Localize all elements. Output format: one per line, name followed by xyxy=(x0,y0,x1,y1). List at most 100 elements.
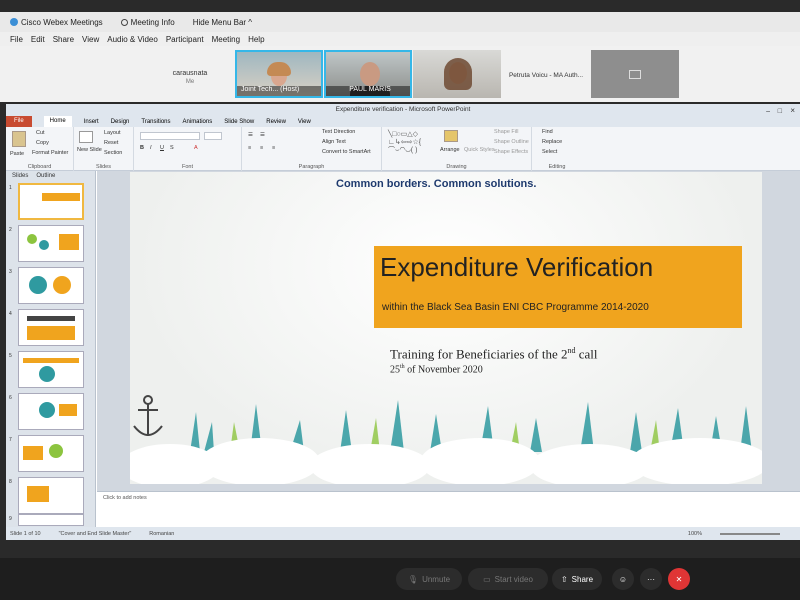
leave-meeting-button[interactable]: ✕ xyxy=(668,568,690,590)
tab-design[interactable]: Design xyxy=(111,119,130,125)
menu-meeting[interactable]: Meeting xyxy=(212,35,240,44)
underline-icon[interactable]: U xyxy=(160,145,164,151)
status-theme: "Cover and End Slide Master" xyxy=(58,530,132,537)
numbering-icon[interactable]: ☰ xyxy=(260,132,265,138)
slides-panel-tabs: Slides Outline xyxy=(6,171,95,181)
thumb-shape xyxy=(23,446,43,460)
participant-name: Petruta Voicu - MA Auth... xyxy=(508,72,584,79)
participant-tile-me[interactable]: carausnata Me xyxy=(146,50,234,98)
tab-slide-show[interactable]: Slide Show xyxy=(224,119,254,125)
tab-home[interactable]: Home xyxy=(43,116,72,127)
format-painter-button[interactable]: Format Painter xyxy=(32,150,68,156)
slide-thumbnail-3[interactable] xyxy=(18,267,84,304)
layout-button[interactable]: Layout xyxy=(104,130,121,136)
window-minimize-icon[interactable]: – xyxy=(766,106,770,118)
arrange-icon xyxy=(444,130,458,142)
slide-canvas[interactable]: Common borders. Common solutions. Expend… xyxy=(130,172,762,484)
tab-view[interactable]: View xyxy=(298,119,311,125)
menu-audio-video[interactable]: Audio & Video xyxy=(107,35,158,44)
shape-effects-button[interactable]: Shape Effects xyxy=(494,149,528,155)
slide-seaweed-clouds-art xyxy=(130,395,762,484)
slide-thumbnail-4[interactable] xyxy=(18,309,84,346)
font-color-icon[interactable]: A xyxy=(194,145,198,151)
anchor-icon xyxy=(133,395,163,436)
thumb-number: 4 xyxy=(9,311,12,317)
cut-button[interactable]: Cut xyxy=(36,130,45,136)
tab-slides[interactable]: Slides xyxy=(12,171,28,181)
window-close-icon[interactable]: × xyxy=(790,105,795,117)
slide-thumbnail-2[interactable] xyxy=(18,225,84,262)
slide-thumbnail-6[interactable] xyxy=(18,393,84,430)
more-icon: ··· xyxy=(647,574,655,584)
microphone-icon: 🎙 xyxy=(407,574,419,584)
copy-button[interactable]: Copy xyxy=(36,140,49,146)
paste-button[interactable]: Paste xyxy=(10,151,24,157)
find-button[interactable]: Find xyxy=(542,129,553,135)
start-video-button[interactable]: ▭ Start video xyxy=(468,568,548,590)
share-button[interactable]: ⇧ Share xyxy=(552,568,602,590)
participant-video-hair xyxy=(267,62,291,76)
tab-outline[interactable]: Outline xyxy=(36,171,55,181)
align-left-icon[interactable]: ≡ xyxy=(248,145,251,151)
meeting-controls: 🎙 Unmute ▭ Start video ⇧ Share ☺ ··· ✕ xyxy=(0,558,800,600)
status-zoom[interactable]: 100% xyxy=(688,531,702,537)
menu-view[interactable]: View xyxy=(82,35,99,44)
window-maximize-icon[interactable]: □ xyxy=(778,106,782,118)
menu-share[interactable]: Share xyxy=(53,35,74,44)
slide-thumbnail-1[interactable] xyxy=(18,183,84,220)
align-text-button[interactable]: Align Text xyxy=(322,139,346,145)
font-size-select[interactable] xyxy=(204,132,222,140)
shapes-gallery[interactable]: ╲□○▭△◇ ∟↳⇦⇨☆{⌒⌣◠◡( ) xyxy=(388,131,436,155)
reactions-button[interactable]: ☺ xyxy=(612,568,634,590)
menu-edit[interactable]: Edit xyxy=(31,35,45,44)
participant-tile-camera-off[interactable] xyxy=(591,50,679,98)
slide-thumbnail-5[interactable] xyxy=(18,351,84,388)
slide-thumbnail-8[interactable] xyxy=(18,477,84,514)
menu-participant[interactable]: Participant xyxy=(166,35,204,44)
notes-pane[interactable]: Click to add notes xyxy=(97,491,800,527)
shadow-icon[interactable]: S xyxy=(170,145,174,151)
convert-smartart-button[interactable]: Convert to SmartArt xyxy=(322,149,371,155)
select-button[interactable]: Select xyxy=(542,149,557,155)
meeting-info-button[interactable]: Meeting Info xyxy=(120,18,175,27)
status-language[interactable]: Romanian xyxy=(149,531,174,537)
thumb-number: 1 xyxy=(9,185,12,191)
tab-animations[interactable]: Animations xyxy=(183,119,213,125)
text-direction-button[interactable]: Text Direction xyxy=(322,129,355,135)
zoom-slider[interactable] xyxy=(720,532,780,535)
bold-icon[interactable]: B xyxy=(140,145,144,151)
hide-menu-bar-button[interactable]: Hide Menu Bar ^ xyxy=(193,18,252,27)
participant-tile-petruta[interactable]: Petruta Voicu - MA Auth... xyxy=(502,50,590,98)
slide-date-line: 25th of November 2020 xyxy=(390,364,483,375)
thumb-shape xyxy=(29,276,47,294)
quick-styles-button[interactable]: Quick Styles xyxy=(464,147,495,153)
participant-tile-guest[interactable] xyxy=(413,50,501,98)
participant-tile-paul[interactable]: PAUL MARIS xyxy=(324,50,412,98)
more-options-button[interactable]: ··· xyxy=(640,568,662,590)
video-off-icon xyxy=(629,70,641,79)
slide-thumbnail-7[interactable] xyxy=(18,435,84,472)
menu-file[interactable]: File xyxy=(10,35,23,44)
screen: Cisco Webex Meetings Meeting Info Hide M… xyxy=(0,0,800,600)
shape-fill-button[interactable]: Shape Fill xyxy=(494,129,518,135)
tab-insert[interactable]: Insert xyxy=(84,119,99,125)
shape-outline-button[interactable]: Shape Outline xyxy=(494,139,529,145)
tab-review[interactable]: Review xyxy=(266,119,286,125)
menu-help[interactable]: Help xyxy=(248,35,264,44)
align-right-icon[interactable]: ≡ xyxy=(272,145,275,151)
font-family-select[interactable] xyxy=(140,132,200,140)
slide-thumbnail-9[interactable] xyxy=(18,514,84,526)
tab-transitions[interactable]: Transitions xyxy=(141,119,170,125)
arrange-button[interactable]: Arrange xyxy=(440,147,460,153)
date-rest: of November 2020 xyxy=(404,364,483,376)
section-button[interactable]: Section xyxy=(104,150,122,156)
bullets-icon[interactable]: ☰ xyxy=(248,132,253,138)
align-center-icon[interactable]: ≡ xyxy=(260,145,263,151)
replace-button[interactable]: Replace xyxy=(542,139,562,145)
new-slide-button[interactable]: New Slide xyxy=(77,147,102,153)
unmute-button[interactable]: 🎙 Unmute xyxy=(396,568,462,590)
italic-icon[interactable]: I xyxy=(150,145,152,151)
tab-file[interactable]: File xyxy=(6,116,32,127)
participant-tile-host[interactable]: Joint Tech... (Host) xyxy=(235,50,323,98)
reset-button[interactable]: Reset xyxy=(104,140,118,146)
